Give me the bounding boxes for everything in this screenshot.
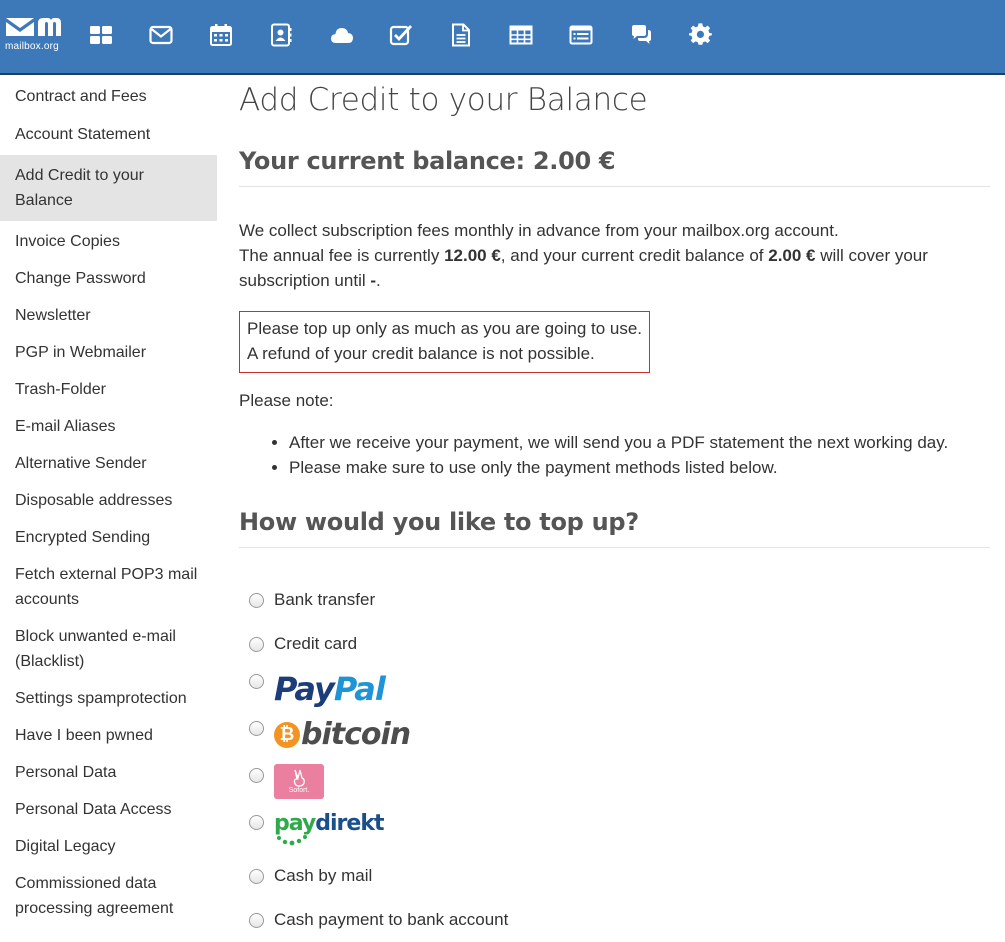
- credit-balance-value: 2.00 €: [768, 246, 816, 265]
- intro-text: , and your current credit balance of: [500, 246, 769, 265]
- sidebar-item-email-aliases[interactable]: E-mail Aliases: [0, 410, 217, 447]
- sofort-logo[interactable]: Sofort.: [274, 764, 324, 799]
- dashboard-icon[interactable]: [88, 22, 114, 48]
- main-content: Add Credit to your Balance Your current …: [239, 77, 990, 942]
- credit-card-radio[interactable]: [249, 636, 264, 652]
- option-paydirekt[interactable]: paydirekt: [249, 807, 990, 854]
- option-bank-transfer[interactable]: Bank transfer: [249, 578, 990, 622]
- intro-line-1: We collect subscription fees monthly in …: [239, 221, 839, 240]
- option-bitcoin[interactable]: ₿ bitcoin: [249, 713, 990, 760]
- cloud-icon[interactable]: [329, 22, 355, 48]
- contacts-icon[interactable]: [268, 22, 294, 48]
- credit-card-label[interactable]: Credit card: [274, 634, 357, 654]
- intro-text: .: [376, 271, 381, 290]
- option-cash-to-bank[interactable]: Cash payment to bank account: [249, 898, 990, 942]
- sidebar-item-alternative-sender[interactable]: Alternative Sender: [0, 447, 217, 484]
- mailbox-logo[interactable]: mailbox.org: [4, 14, 62, 54]
- sidebar-item-account-statement[interactable]: Account Statement: [0, 114, 217, 155]
- presentation-icon[interactable]: [568, 22, 594, 48]
- sidebar-item-change-password[interactable]: Change Password: [0, 262, 217, 299]
- calendar-icon[interactable]: [208, 22, 234, 48]
- bitcoin-logo[interactable]: ₿ bitcoin: [274, 717, 411, 752]
- paypal-radio[interactable]: [249, 674, 264, 689]
- list-item: After we receive your payment, we will s…: [289, 430, 990, 455]
- option-sofort[interactable]: Sofort.: [249, 760, 990, 807]
- sidebar-item-personal-data-access[interactable]: Personal Data Access: [0, 793, 217, 830]
- cash-to-bank-radio[interactable]: [249, 912, 264, 928]
- sidebar-item-newsletter[interactable]: Newsletter: [0, 299, 217, 336]
- sidebar-item-data-processing-agreement[interactable]: Commissioned data processing agreement: [0, 867, 217, 929]
- sidebar-item-invoice-copies[interactable]: Invoice Copies: [0, 221, 217, 262]
- cash-by-mail-radio[interactable]: [249, 868, 264, 884]
- option-paypal[interactable]: PayPal: [249, 666, 990, 713]
- cash-to-bank-label[interactable]: Cash payment to bank account: [274, 910, 508, 930]
- topup-heading: How would you like to top up?: [239, 508, 639, 536]
- mail-icon[interactable]: [148, 22, 174, 48]
- option-cash-by-mail[interactable]: Cash by mail: [249, 854, 990, 898]
- bitcoin-radio[interactable]: [249, 721, 264, 736]
- topup-section-header: How would you like to top up?: [239, 506, 990, 548]
- note-list: After we receive your payment, we will s…: [239, 430, 990, 480]
- mailbox-logo-mark: [6, 18, 61, 36]
- cash-by-mail-label[interactable]: Cash by mail: [274, 866, 372, 886]
- list-item: Please make sure to use only the payment…: [289, 455, 990, 480]
- fee-explanation: We collect subscription fees monthly in …: [239, 218, 990, 293]
- warning-line-2: A refund of your credit balance is not p…: [247, 344, 595, 363]
- tasks-icon[interactable]: [388, 22, 414, 48]
- bank-transfer-radio[interactable]: [249, 592, 264, 608]
- logo-text: mailbox.org: [5, 41, 59, 52]
- note-label: Please note:: [239, 391, 334, 410]
- bitcoin-icon: ₿: [274, 721, 300, 748]
- option-credit-card[interactable]: Credit card: [249, 622, 990, 666]
- sidebar-item-spamprotection[interactable]: Settings spamprotection: [0, 682, 217, 719]
- spreadsheet-icon[interactable]: [508, 22, 534, 48]
- sidebar-item-disposable-addresses[interactable]: Disposable addresses: [0, 484, 217, 521]
- sidebar-item-personal-data[interactable]: Personal Data: [0, 756, 217, 793]
- balance-heading: Your current balance: 2.00 €: [239, 147, 616, 175]
- warning-line-1: Please top up only as much as you are go…: [247, 319, 643, 338]
- sidebar-item-add-credit[interactable]: Add Credit to your Balance: [0, 155, 217, 221]
- settings-sidebar: Contract and Fees Account Statement Add …: [0, 77, 217, 929]
- sidebar-item-trash-folder[interactable]: Trash-Folder: [0, 373, 217, 410]
- victory-hand-icon: [293, 769, 305, 787]
- settings-icon[interactable]: [688, 22, 714, 48]
- sidebar-item-have-i-been-pwned[interactable]: Have I been pwned: [0, 719, 217, 756]
- balance-section-header: Your current balance: 2.00 €: [239, 145, 990, 187]
- sidebar-item-encrypted-sending[interactable]: Encrypted Sending: [0, 521, 217, 558]
- sidebar-item-pgp-in-webmailer[interactable]: PGP in Webmailer: [0, 336, 217, 373]
- paypal-logo[interactable]: PayPal: [274, 670, 386, 708]
- paydirekt-radio[interactable]: [249, 815, 264, 830]
- payment-method-options: Bank transfer Credit card PayPal ₿ bitco…: [239, 578, 990, 942]
- sidebar-item-contract-and-fees[interactable]: Contract and Fees: [0, 77, 217, 114]
- intro-line-2: The annual fee is currently 12.00 €, and…: [239, 243, 990, 293]
- document-icon[interactable]: [448, 22, 474, 48]
- annual-fee-value: 12.00 €: [444, 246, 501, 265]
- paydirekt-dots-icon: [277, 835, 307, 846]
- intro-text: The annual fee is currently: [239, 246, 445, 265]
- paydirekt-logo[interactable]: paydirekt: [274, 811, 384, 849]
- top-navigation-bar: mailbox.org: [0, 0, 1005, 75]
- sidebar-item-fetch-pop3[interactable]: Fetch external POP3 mail accounts: [0, 558, 217, 620]
- page-title: Add Credit to your Balance: [239, 82, 648, 118]
- sidebar-item-blacklist[interactable]: Block unwanted e-mail (Blacklist): [0, 620, 217, 682]
- sofort-radio[interactable]: [249, 768, 264, 783]
- chat-icon[interactable]: [628, 22, 654, 48]
- bank-transfer-label[interactable]: Bank transfer: [274, 590, 375, 610]
- refund-warning-box: Please top up only as much as you are go…: [239, 311, 651, 373]
- sidebar-item-digital-legacy[interactable]: Digital Legacy: [0, 830, 217, 867]
